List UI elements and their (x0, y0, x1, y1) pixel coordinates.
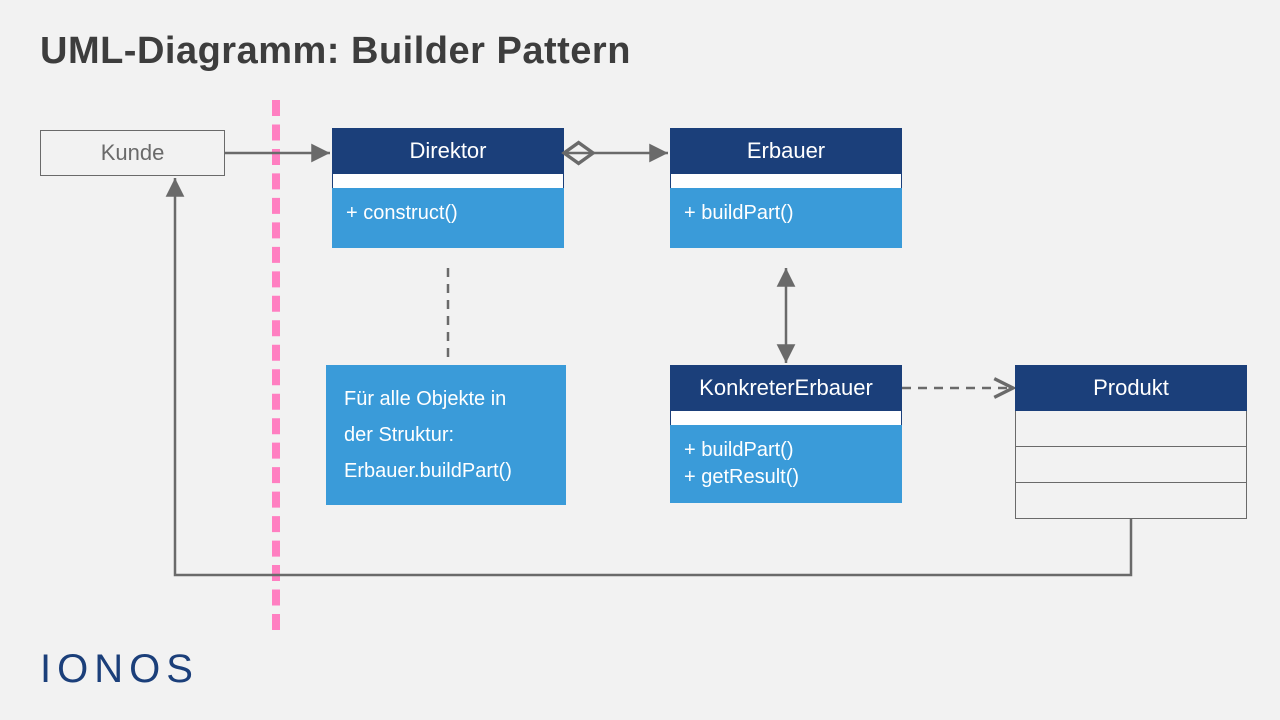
erbauer-methods: + buildPart() (670, 188, 902, 248)
connectors: Produkt dashed --> (0, 0, 1280, 720)
direktor-methods: + construct() (332, 188, 564, 248)
method: + buildPart() (684, 200, 888, 227)
class-konkreter-erbauer: KonkreterErbauer + buildPart() + getResu… (670, 365, 902, 503)
kunde-label: Kunde (101, 140, 165, 166)
class-kunde: Kunde (40, 130, 225, 176)
note-box: Für alle Objekte in der Struktur: Erbaue… (326, 365, 566, 505)
empty-row (1015, 483, 1247, 519)
diagram-canvas: Kunde Direktor + construct() Erbauer + b… (0, 0, 1280, 720)
class-erbauer: Erbauer + buildPart() (670, 128, 902, 248)
brand-logo: IONOS (40, 647, 199, 692)
method: + buildPart() (684, 437, 888, 464)
empty-row (1015, 411, 1247, 447)
note-line: Für alle Objekte in (344, 381, 548, 417)
divider (670, 174, 902, 188)
note-line: der Struktur: (344, 417, 548, 453)
class-produkt: Produkt (1015, 365, 1247, 519)
divider (670, 411, 902, 425)
konkreter-methods: + buildPart() + getResult() (670, 425, 902, 503)
direktor-name: Direktor (332, 128, 564, 174)
produkt-name: Produkt (1015, 365, 1247, 411)
erbauer-name: Erbauer (670, 128, 902, 174)
note-line: Erbauer.buildPart() (344, 453, 548, 489)
empty-row (1015, 447, 1247, 483)
konkreter-name: KonkreterErbauer (670, 365, 902, 411)
method: + construct() (346, 200, 550, 227)
class-direktor: Direktor + construct() (332, 128, 564, 248)
method: + getResult() (684, 464, 888, 491)
divider (332, 174, 564, 188)
